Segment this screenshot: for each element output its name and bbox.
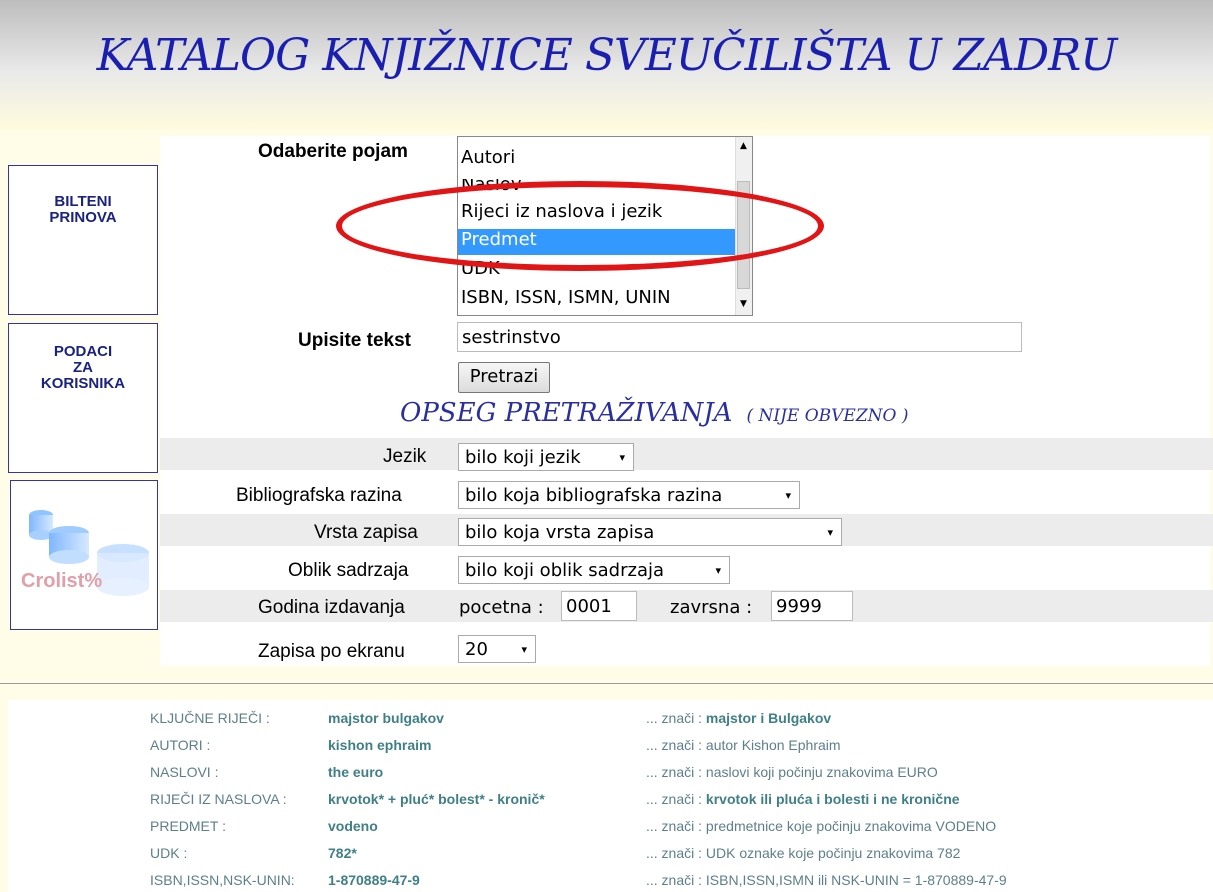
help-meaning: majstor i Bulgakov bbox=[705, 710, 832, 726]
help-example: 782* bbox=[328, 845, 357, 861]
help-meaning: predmetnice koje počinju znakovima VODEN… bbox=[705, 818, 997, 834]
zapisa-select[interactable]: 20 ▾ bbox=[458, 635, 536, 663]
listbox-option[interactable]: ISBN, ISSN, ISMN, UNIN bbox=[461, 287, 671, 308]
help-key: AUTORI : bbox=[150, 737, 211, 753]
za-label: ZA bbox=[73, 359, 93, 376]
opseg-subtitle: ( NIJE OBVEZNO ) bbox=[746, 406, 909, 426]
help-key: RIJEČI IZ NASLOVA : bbox=[150, 791, 287, 807]
scroll-up-icon[interactable]: ▲ bbox=[740, 141, 747, 151]
oblik-label: Oblik sadrzaja bbox=[288, 560, 409, 581]
help-meaning-prefix: ... znači : bbox=[646, 710, 703, 726]
help-example: vodeno bbox=[328, 818, 378, 834]
help-meaning-prefix: ... znači : bbox=[646, 737, 703, 753]
help-meaning-row-2: ... znači : naslovi koji počinju znakovi… bbox=[646, 764, 938, 780]
pojam-label: Odaberite pojam bbox=[258, 141, 408, 162]
help-key: UDK : bbox=[150, 845, 188, 861]
pocetna-label: pocetna : bbox=[459, 597, 544, 618]
help-meaning-row-3: ... znači : krvotok ili pluća i bolesti … bbox=[646, 791, 960, 807]
help-meaning: ISBN,ISSN,ISMN ili NSK-UNIN = 1-870889-4… bbox=[705, 872, 1007, 888]
help-example: krvotok* + pluć* bolest* - kronič* bbox=[328, 791, 545, 807]
help-meaning: autor Kishon Ephraim bbox=[705, 737, 841, 753]
zavrsna-input[interactable]: 9999 bbox=[771, 591, 853, 621]
help-meaning: naslovi koji počinju znakovima EURO bbox=[705, 764, 938, 780]
jezik-label: Jezik bbox=[383, 446, 427, 467]
catalog-title: KATALOG KNJIŽNICE SVEUČILIŠTA U ZADRU bbox=[96, 30, 1118, 81]
zavrsna-label: zavrsna : bbox=[670, 597, 753, 618]
help-meaning-row-6: ... znači : ISBN,ISSN,ISMN ili NSK-UNIN … bbox=[646, 872, 1007, 888]
prinova-label: PRINOVA bbox=[49, 209, 117, 226]
help-example: 1-870889-47-9 bbox=[328, 872, 420, 888]
help-meaning-prefix: ... znači : bbox=[646, 845, 703, 861]
vrsta-select[interactable]: bilo koja vrsta zapisa ▾ bbox=[458, 518, 842, 546]
listbox-option[interactable]: Autori bbox=[461, 147, 515, 168]
help-example: majstor bulgakov bbox=[328, 710, 444, 726]
tekst-label: Upisite tekst bbox=[298, 330, 411, 351]
search-text-input[interactable]: sestrinstvo bbox=[457, 322, 1022, 352]
highlight-ellipse bbox=[336, 181, 824, 271]
header-banner: KATALOG KNJIŽNICE SVEUČILIŠTA U ZADRU bbox=[0, 0, 1213, 130]
help-meaning-prefix: ... znači : bbox=[646, 818, 703, 834]
vrsta-select-value: bilo koja vrsta zapisa bbox=[465, 522, 655, 543]
scroll-down-icon[interactable]: ▼ bbox=[740, 299, 747, 309]
chevron-down-icon: ▾ bbox=[827, 526, 833, 539]
jezik-select-value: bilo koji jezik bbox=[465, 447, 581, 468]
help-example: the euro bbox=[328, 764, 384, 780]
oblik-select[interactable]: bilo koji oblik sadrzaja ▾ bbox=[458, 556, 730, 584]
help-key: KLJUČNE RIJEČI : bbox=[150, 710, 270, 726]
bilteni-prinova-button[interactable]: BILTENI PRINOVA bbox=[8, 165, 158, 315]
divider bbox=[0, 683, 1213, 684]
zapisa-label: Zapisa po ekranu bbox=[258, 641, 405, 662]
jezik-select[interactable]: bilo koji jezik ▾ bbox=[458, 443, 634, 471]
help-example: kishon ephraim bbox=[328, 737, 432, 753]
korisnika-label: KORISNIKA bbox=[40, 375, 126, 392]
chevron-down-icon: ▾ bbox=[715, 564, 721, 577]
chevron-down-icon: ▾ bbox=[619, 451, 625, 464]
zapisa-select-value: 20 bbox=[465, 639, 488, 660]
help-meaning-prefix: ... znači : bbox=[646, 764, 703, 780]
help-meaning: UDK oznake koje počinju znakovima 782 bbox=[705, 845, 961, 861]
oblik-select-value: bilo koji oblik sadrzaja bbox=[465, 560, 665, 581]
razina-select[interactable]: bilo koja bibliografska razina ▾ bbox=[458, 481, 800, 509]
help-meaning-prefix: ... znači : bbox=[646, 791, 703, 807]
help-key: PREDMET : bbox=[150, 818, 226, 834]
crolist-logo[interactable]: Crolist% bbox=[10, 480, 158, 630]
bilteni-label: BILTENI bbox=[54, 193, 112, 210]
database-icon bbox=[29, 510, 149, 596]
help-meaning: krvotok ili pluća i bolesti i ne kroničn… bbox=[705, 791, 960, 807]
razina-label: Bibliografska razina bbox=[236, 485, 402, 506]
help-meaning-row-4: ... znači : predmetnice koje počinju zna… bbox=[646, 818, 996, 834]
pretrazi-button[interactable]: Pretrazi bbox=[458, 362, 550, 393]
chevron-down-icon: ▾ bbox=[521, 643, 527, 656]
help-meaning-row-1: ... znači : autor Kishon Ephraim bbox=[646, 737, 841, 753]
help-key: ISBN,ISSN,NSK-UNIN: bbox=[150, 872, 295, 888]
pocetna-input[interactable]: 0001 bbox=[561, 591, 637, 621]
jezik-row bbox=[160, 438, 1213, 470]
help-meaning-prefix: ... znači : bbox=[646, 872, 703, 888]
vrsta-label: Vrsta zapisa bbox=[314, 522, 418, 543]
help-meaning-row-5: ... znači : UDK oznake koje počinju znak… bbox=[646, 845, 960, 861]
godina-label: Godina izdavanja bbox=[258, 597, 405, 618]
razina-select-value: bilo koja bibliografska razina bbox=[465, 485, 723, 506]
opseg-heading: OPSEG PRETRAŽIVANJA ( NIJE OBVEZNO ) bbox=[400, 398, 908, 428]
crolist-text: Crolist% bbox=[21, 570, 103, 592]
help-meaning-row-0: ... znači : majstor i Bulgakov bbox=[646, 710, 831, 726]
opseg-title: OPSEG PRETRAŽIVANJA bbox=[400, 398, 733, 428]
podaci-za-korisnika-button[interactable]: PODACI ZA KORISNIKA bbox=[8, 323, 158, 473]
help-key: NASLOVI : bbox=[150, 764, 219, 780]
chevron-down-icon: ▾ bbox=[785, 489, 791, 502]
podaci-label: PODACI bbox=[53, 343, 113, 360]
